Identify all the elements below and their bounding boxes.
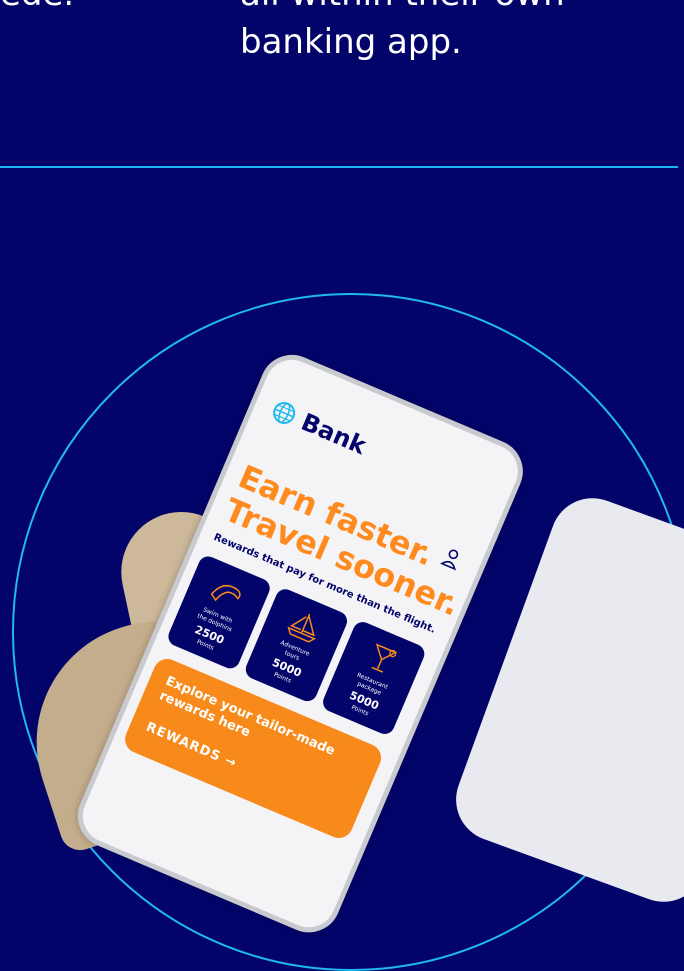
globe-icon	[273, 401, 296, 424]
hero-right-text: all within their own banking app.	[240, 0, 660, 66]
hero-right-line-1: all within their own	[240, 0, 660, 18]
hero-left-text: ede.	[0, 0, 74, 18]
hero-right-line-2: banking app.	[240, 22, 462, 62]
logo-text: Bank	[297, 407, 371, 461]
sailboat-icon	[287, 613, 317, 643]
dolphin-icon	[210, 584, 241, 602]
bank-logo: Bank	[268, 395, 371, 461]
section-divider	[0, 166, 678, 168]
cocktail-icon	[371, 643, 398, 673]
